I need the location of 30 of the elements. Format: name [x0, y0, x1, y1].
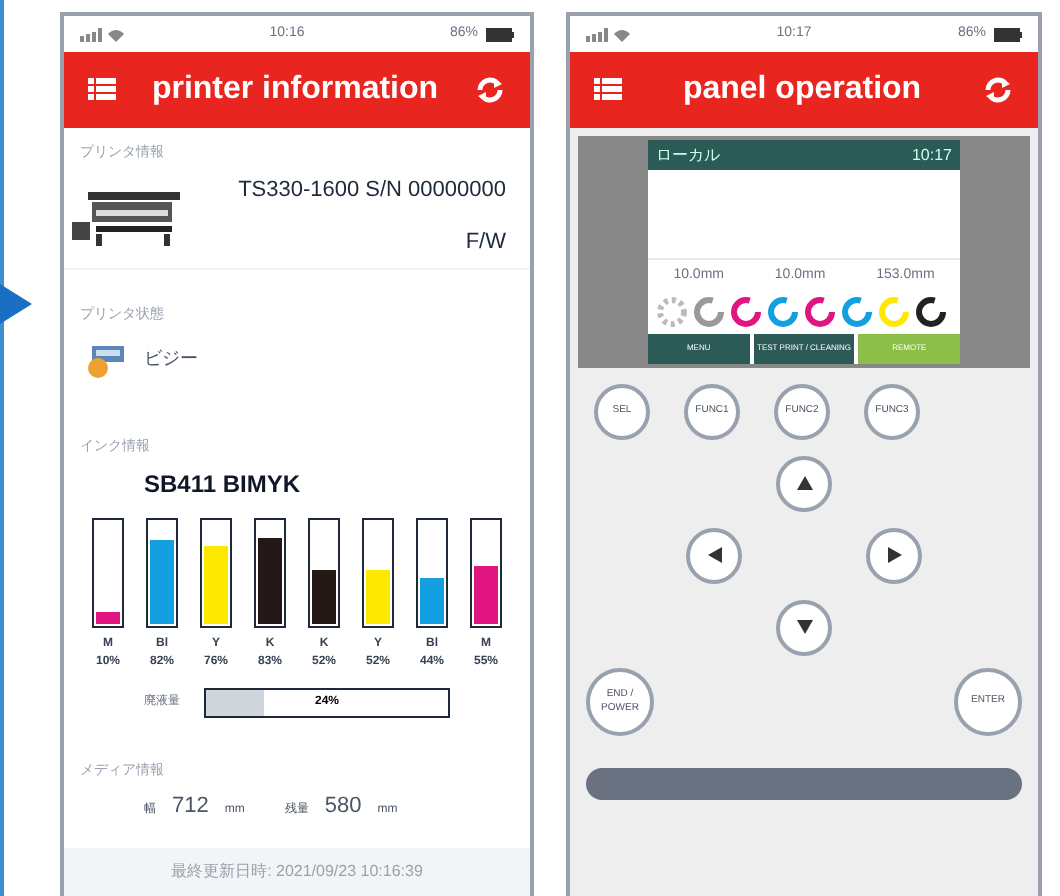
ink-set-name: SB411 BIMYK — [142, 467, 303, 501]
firmware-label: F/W — [463, 228, 506, 258]
battery-icon — [485, 27, 514, 41]
lcd-time: 10:17 — [911, 143, 952, 167]
last-update: 最終更新日時: 2021/09/23 10:16:39 — [171, 860, 423, 884]
printer-status: ビジー — [144, 345, 198, 372]
screen-title: panel operation — [682, 70, 922, 110]
up-triangle-icon — [795, 474, 813, 492]
screen-title: printer information — [151, 70, 439, 110]
menu-icon[interactable] — [594, 76, 622, 104]
media-remain: 580 — [324, 791, 362, 821]
refresh-icon[interactable] — [982, 74, 1014, 106]
printer-status-icon — [88, 341, 128, 377]
signal-icon — [80, 27, 124, 41]
arrow-icon — [0, 284, 32, 324]
up-key[interactable] — [776, 455, 832, 511]
down-triangle-icon — [795, 618, 813, 636]
printer-model: TS330-1600 S/N 00000000 — [236, 175, 506, 205]
media-width: 712 — [172, 791, 209, 821]
refresh-icon[interactable] — [473, 74, 506, 106]
lcd-mode: ローカル — [656, 143, 720, 167]
printer-drawing — [72, 186, 184, 246]
left-key[interactable] — [686, 527, 742, 583]
menu-icon[interactable] — [88, 76, 116, 104]
right-triangle-icon — [885, 546, 903, 564]
left-triangle-icon — [705, 546, 723, 564]
right-key[interactable] — [866, 527, 922, 583]
signal-icon — [586, 27, 630, 41]
battery-icon — [993, 27, 1022, 41]
down-key[interactable] — [776, 599, 832, 655]
